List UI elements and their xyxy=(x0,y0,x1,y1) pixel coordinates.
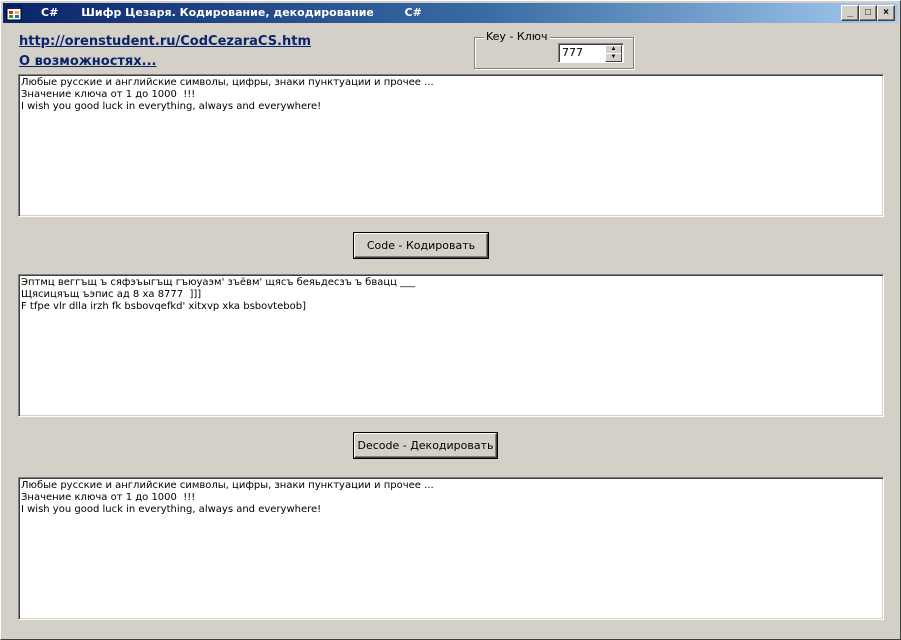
text-line: Значение ключа от 1 до 1000 !!! xyxy=(21,89,196,100)
minimize-button[interactable]: _ xyxy=(841,5,859,21)
website-link[interactable]: http://orenstudent.ru/CodCezaraCS.htm xyxy=(19,34,311,49)
key-groupbox: Key - Ключ 777 ▲ ▼ xyxy=(474,30,634,69)
text-line: Значение ключа от 1 до 1000 !!! xyxy=(21,492,196,503)
text-line: Щясицяъщ ъэпис ад 8 ха 8777 ]]] xyxy=(21,289,202,300)
key-spinner[interactable]: 777 ▲ ▼ xyxy=(558,43,624,63)
text-line: I wish you good luck in everything, alwa… xyxy=(21,504,322,515)
about-link[interactable]: О возможностях... xyxy=(19,54,156,69)
key-label: Key - Ключ xyxy=(484,30,550,43)
decoded-textbox[interactable]: Любые русские и английские символы, цифр… xyxy=(18,477,884,620)
window-title: C# Шифр Цезаря. Кодирование, декодирован… xyxy=(41,6,422,19)
title-bar[interactable]: C# Шифр Цезаря. Кодирование, декодирован… xyxy=(3,3,898,23)
input-textbox[interactable]: Любые русские и английские символы, цифр… xyxy=(18,74,884,217)
decode-button[interactable]: Decode - Декодировать xyxy=(354,433,497,458)
app-icon[interactable] xyxy=(6,5,22,21)
key-value[interactable]: 777 xyxy=(562,46,583,59)
main-window: C# Шифр Цезаря. Кодирование, декодирован… xyxy=(0,0,901,640)
encoded-textbox[interactable]: Эптмц веггъщ ъ сяфэъыгъщ гъюуаэм' зъёвм'… xyxy=(18,274,884,417)
text-line: Эптмц веггъщ ъ сяфэъыгъщ гъюуаэм' зъёвм'… xyxy=(21,277,416,288)
text-line: I wish you good luck in everything, alwa… xyxy=(21,101,322,112)
text-line: Любые русские и английские символы, цифр… xyxy=(21,480,434,491)
text-line: F tfpe vlr dlla irzh fk bsbovqefkd' xitx… xyxy=(21,301,306,312)
text-line: Любые русские и английские символы, цифр… xyxy=(21,77,434,88)
spin-down-icon[interactable]: ▼ xyxy=(605,53,622,62)
close-button[interactable]: × xyxy=(877,5,895,21)
maximize-button[interactable]: □ xyxy=(859,5,877,21)
code-button[interactable]: Code - Кодировать xyxy=(354,233,488,258)
